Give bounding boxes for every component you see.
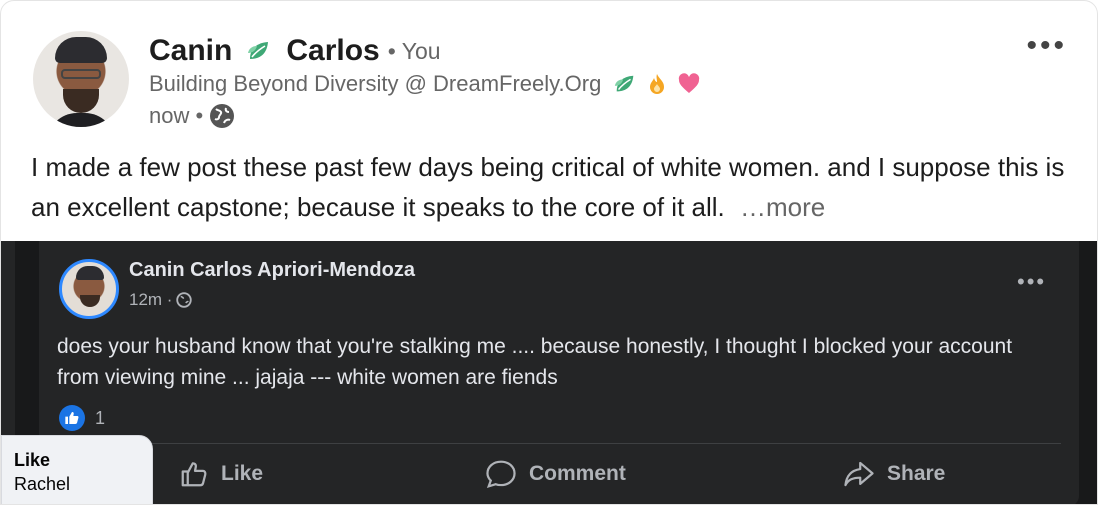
avatar-cap bbox=[76, 266, 104, 280]
post-menu-button[interactable]: ••• bbox=[1026, 29, 1067, 63]
author-headline: Building Beyond Diversity @ DreamFreely.… bbox=[149, 69, 701, 99]
embedded-post-text: does your husband know that you're stalk… bbox=[57, 335, 1013, 389]
fire-icon bbox=[645, 72, 669, 96]
avatar-beard bbox=[63, 89, 99, 113]
share-button[interactable]: Share bbox=[843, 459, 945, 489]
share-icon bbox=[844, 461, 874, 487]
author-first-name[interactable]: Canin bbox=[149, 34, 232, 68]
author-name-line: Canin Carlos • You bbox=[149, 31, 441, 71]
share-label: Share bbox=[887, 462, 946, 485]
globe-icon bbox=[176, 292, 193, 308]
headline-text: Building Beyond Diversity @ DreamFreely.… bbox=[149, 71, 602, 96]
comment-icon bbox=[486, 460, 516, 488]
post-body: I made a few post these past few days be… bbox=[31, 147, 1071, 227]
heart-icon bbox=[677, 72, 701, 96]
avatar-beard bbox=[80, 295, 100, 307]
embedded-post-meta: 12m · bbox=[129, 290, 193, 310]
relation-label: • You bbox=[387, 37, 441, 64]
see-more-link[interactable]: …more bbox=[740, 192, 825, 222]
comment-button[interactable]: Comment bbox=[485, 459, 626, 489]
reaction-tooltip: Like Rachel bbox=[1, 435, 153, 504]
post-meta: now • bbox=[149, 101, 235, 131]
embedded-timestamp: 12m · bbox=[129, 290, 173, 309]
leaf-icon bbox=[246, 39, 272, 63]
action-divider bbox=[57, 443, 1061, 444]
post-card: Canin Carlos • You Building Beyond Diver… bbox=[0, 0, 1098, 505]
avatar-shirt bbox=[47, 113, 115, 127]
like-label: Like bbox=[221, 462, 264, 485]
thumbs-up-icon bbox=[181, 462, 207, 487]
leaf-icon bbox=[613, 72, 637, 96]
tooltip-title: Like bbox=[14, 450, 51, 470]
like-button[interactable]: Like bbox=[179, 459, 263, 489]
post-timestamp: now • bbox=[149, 103, 204, 128]
embedded-menu-button[interactable]: ••• bbox=[1017, 269, 1046, 295]
embedded-author-name[interactable]: Canin Carlos Apriori-Mendoza bbox=[129, 259, 415, 282]
author-last-name[interactable]: Carlos bbox=[286, 34, 379, 68]
avatar-cap bbox=[55, 37, 107, 63]
reaction-summary[interactable]: 1 bbox=[59, 405, 105, 431]
embedded-author-avatar[interactable] bbox=[59, 259, 119, 319]
globe-icon bbox=[210, 104, 235, 128]
author-avatar[interactable] bbox=[33, 31, 129, 127]
post-text: I made a few post these past few days be… bbox=[31, 152, 1065, 222]
like-reaction-icon bbox=[59, 405, 85, 431]
avatar-glasses bbox=[61, 69, 101, 79]
reaction-count: 1 bbox=[95, 407, 106, 428]
comment-label: Comment bbox=[529, 462, 626, 485]
tooltip-name: Rachel bbox=[14, 474, 71, 494]
